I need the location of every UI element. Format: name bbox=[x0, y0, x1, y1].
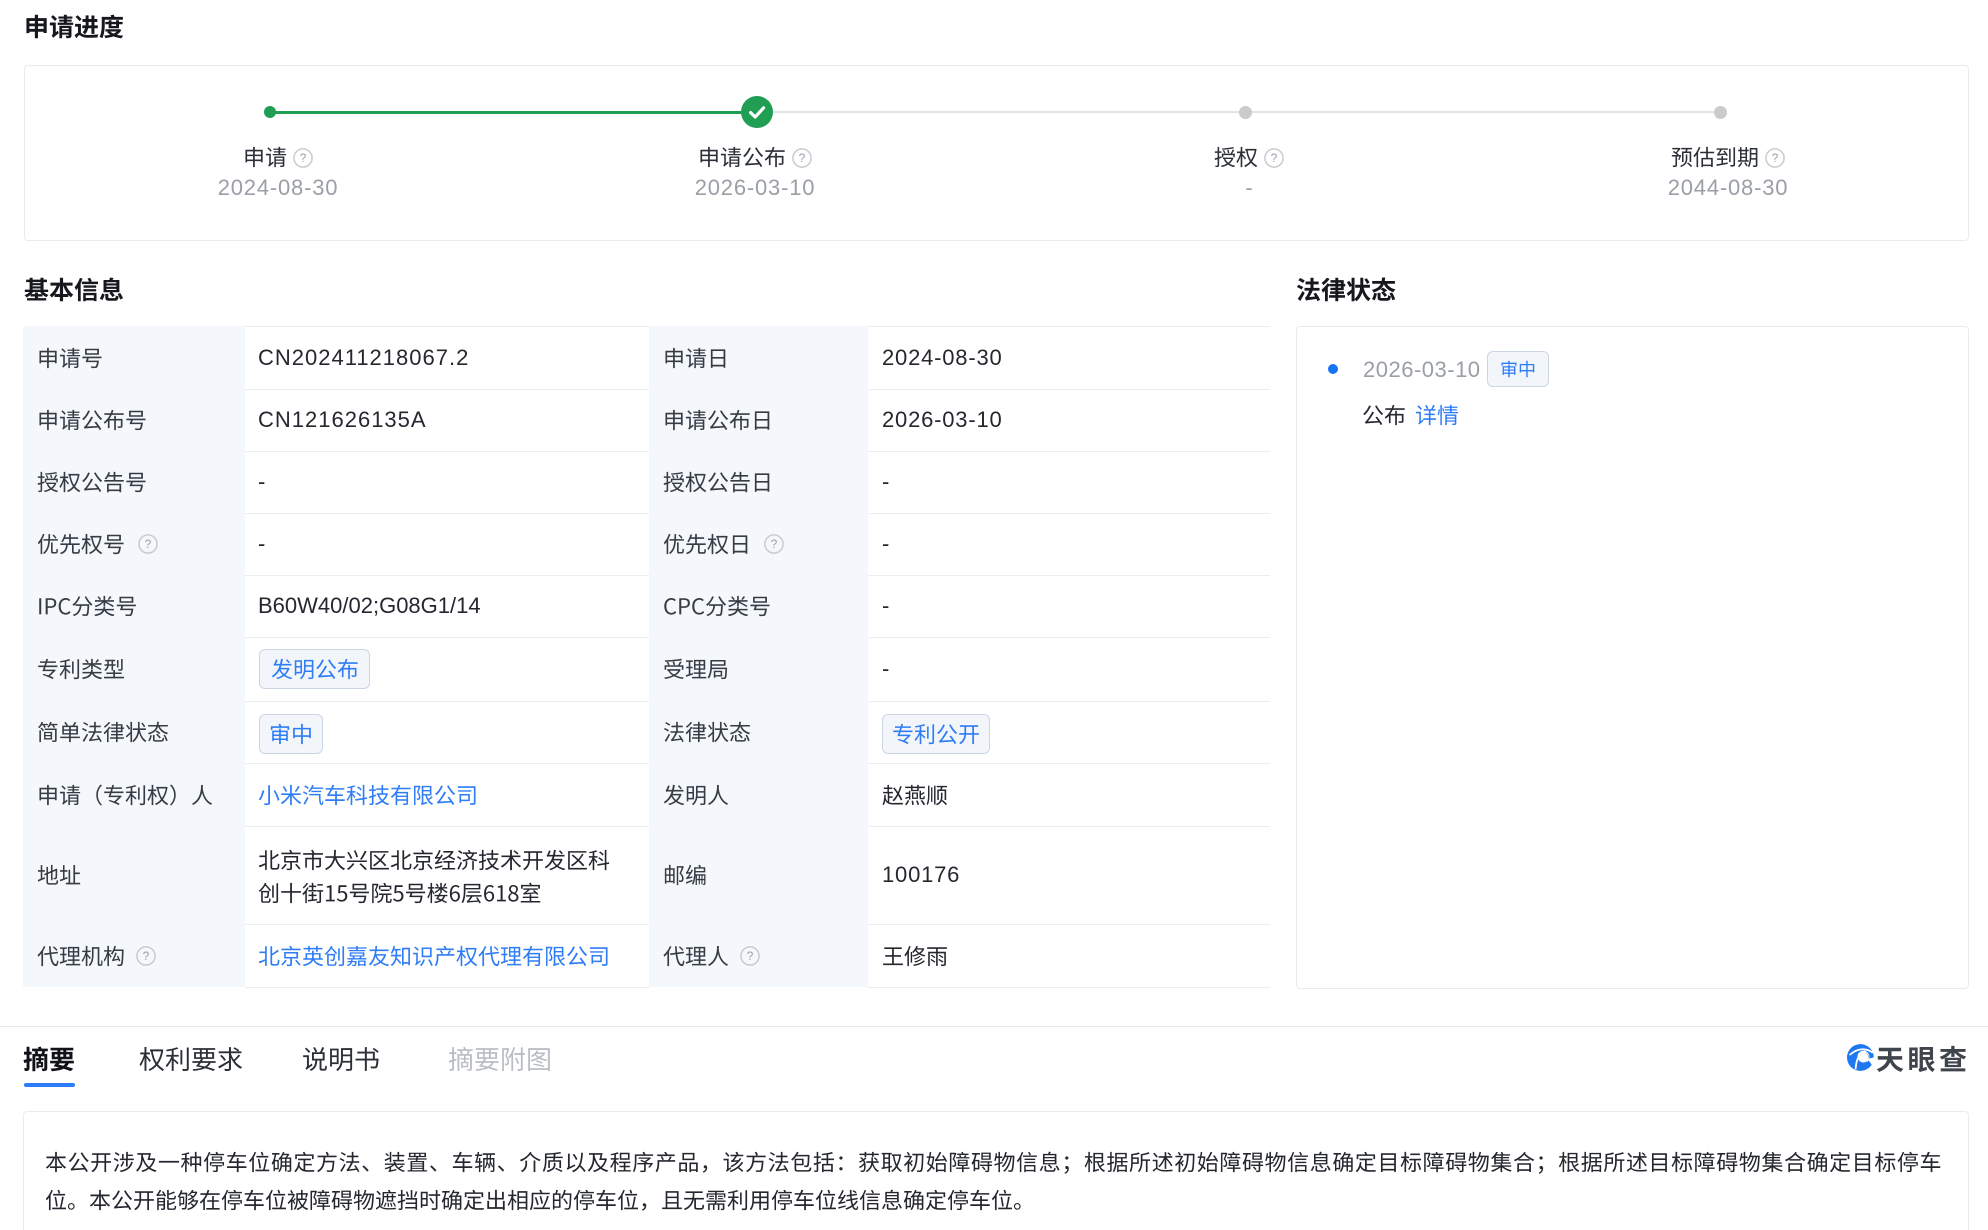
svg-text:?: ? bbox=[747, 949, 754, 963]
svg-text:?: ? bbox=[1271, 151, 1278, 165]
svg-text:?: ? bbox=[799, 151, 806, 165]
svg-text:?: ? bbox=[145, 537, 152, 551]
svg-text:?: ? bbox=[143, 949, 150, 963]
svg-text:?: ? bbox=[1772, 151, 1779, 165]
svg-text:?: ? bbox=[771, 537, 778, 551]
svg-text:?: ? bbox=[300, 151, 307, 165]
